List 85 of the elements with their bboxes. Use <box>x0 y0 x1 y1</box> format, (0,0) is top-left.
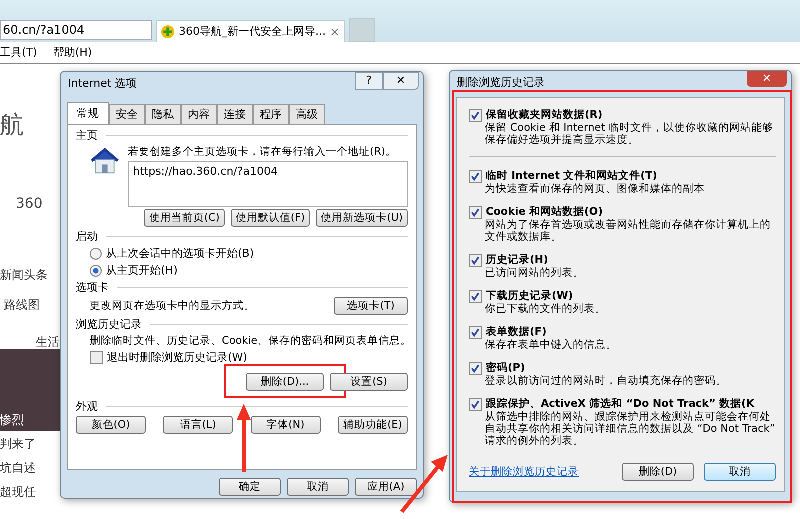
tab[interactable]: 内容 <box>181 104 217 124</box>
appearance-button[interactable]: 颜色(O) <box>76 416 146 434</box>
menu-item[interactable]: 工具(T) <box>0 45 38 60</box>
checkbox[interactable] <box>90 351 103 364</box>
option-description: 网站为了保存首选项或改善网站性能而存储在你计算机上的文件或数据库。 <box>484 219 772 243</box>
checkbox-label: 退出时删除浏览历史记录(W) <box>107 350 248 365</box>
checkbox[interactable] <box>469 108 482 122</box>
menu-item[interactable]: 帮助(H) <box>53 45 92 60</box>
close-button[interactable]: ✕ <box>383 72 419 90</box>
plus-logo-icon <box>161 24 175 38</box>
option-description: 已访问网站的列表。 <box>484 267 585 279</box>
checkbox[interactable] <box>469 254 482 266</box>
house-icon <box>90 147 120 175</box>
option-description: 登录以前访问过的网站时，自动填充保存的密码。 <box>484 375 728 387</box>
site-title: 航 <box>0 110 24 141</box>
tab-close-button[interactable]: × <box>330 24 340 38</box>
homepage-hint: 若要创建多个主页选项卡，请在每行输入一个地址(R)。 <box>128 145 398 159</box>
address-field[interactable]: 60.cn/?a1004 <box>0 20 152 40</box>
news-heading: 新闻头条 <box>0 267 48 284</box>
close-button[interactable]: ✕ <box>747 71 787 87</box>
checkbox[interactable] <box>469 326 482 338</box>
homepage-button[interactable]: 使用默认值(F) <box>230 209 310 227</box>
checkbox-label: 表单数据(F) <box>486 325 547 339</box>
photo-caption: 惨烈 <box>0 412 24 429</box>
section-heading: 主页 <box>76 128 98 143</box>
help-button[interactable]: ? <box>355 72 383 90</box>
section-heading: 外观 <box>76 399 98 414</box>
option-description: 保留 Cookie 和 Internet 临时文件，以使你收藏的网站能够保存偏好选项并提高显示速度。 <box>484 122 775 146</box>
radio-button[interactable] <box>90 264 102 276</box>
browser-tab[interactable]: 360导航_新一代安全上网导... × <box>156 20 346 42</box>
tabs-settings-button[interactable]: 选项卡(T) <box>334 297 408 315</box>
tab[interactable]: 常规 <box>67 102 109 124</box>
option-description: 你已下载的文件的列表。 <box>484 303 607 315</box>
section-heading: 浏览历史记录 <box>76 317 142 332</box>
checkbox[interactable] <box>469 170 482 182</box>
radio-button[interactable] <box>90 248 102 260</box>
section-text: 删除临时文件、历史记录、Cookie、保存的密码和网页表单信息。 <box>89 334 408 348</box>
history-button[interactable]: 设置(S) <box>330 373 408 391</box>
section-heading: 选项卡 <box>76 280 109 295</box>
news-link[interactable]: 判来了 <box>0 436 36 453</box>
option-description: 为快速查看而保存的网页、图像和媒体的副本 <box>484 183 706 195</box>
history-button[interactable]: 删除(D)... <box>246 373 324 391</box>
page-link[interactable]: 路线图 <box>4 297 40 314</box>
homepage-button[interactable]: 使用新选项卡(U) <box>316 209 408 227</box>
checkbox[interactable] <box>469 362 482 374</box>
appearance-button[interactable]: 辅助功能(E) <box>338 416 408 434</box>
dialog-button[interactable]: 删除(D) <box>622 463 694 481</box>
dialog-button[interactable]: 取消 <box>704 463 776 481</box>
checkbox-label: 保留收藏夹网站数据(R) <box>486 108 603 122</box>
tab[interactable]: 程序 <box>253 104 289 124</box>
tab[interactable]: 高级 <box>289 104 325 124</box>
tab[interactable]: 隐私 <box>145 104 181 124</box>
option-description: 保存在表单中键入的信息。 <box>484 339 618 351</box>
section-heading: 启动 <box>76 229 98 244</box>
checkbox-label: 跟踪保护、ActiveX 筛选和 “Do Not Track” 数据(K <box>486 397 754 411</box>
dialog-button[interactable]: 取消 <box>287 478 349 496</box>
checkbox-label: Cookie 和网站数据(O) <box>486 205 604 219</box>
radio-label: 从上次会话中的选项卡开始(B) <box>106 246 254 261</box>
window-title: 删除浏览历史记录 <box>457 74 546 90</box>
checkbox[interactable] <box>469 398 482 410</box>
homepage-field[interactable]: https://hao.360.cn/?a1004 <box>128 161 408 207</box>
section-text: 更改网页在选项卡中的显示方式。 <box>89 299 255 313</box>
appearance-button[interactable]: 语言(L) <box>163 416 234 434</box>
tab[interactable]: 连接 <box>217 104 253 124</box>
arrow <box>237 404 251 472</box>
checkbox-label: 下载历史记录(W) <box>486 289 574 303</box>
window-title: Internet 选项 <box>68 76 138 90</box>
radio-label: 从主页开始(H) <box>106 263 178 278</box>
tab-title: 360导航_新一代安全上网导... <box>179 24 326 39</box>
checkbox-label: 临时 Internet 文件和网站文件(T) <box>486 169 658 183</box>
option-description: 从筛选中排除的网站、跟踪保护用来检测站点可能会在何处自动共享你的相关访问详细信息的数据以及 “Do Not Track” 请求的例外的列表。 <box>484 411 776 447</box>
dialog-button[interactable]: 确定 <box>219 478 281 496</box>
dialog-button[interactable]: 应用(A) <box>355 478 417 496</box>
checkbox-label: 密码(P) <box>486 361 526 375</box>
search-logo-text: 360 <box>16 196 43 212</box>
checkbox-label: 历史记录(H) <box>486 253 548 267</box>
checkbox[interactable] <box>469 206 482 218</box>
homepage-button[interactable]: 使用当前页(C) <box>144 209 225 227</box>
news-link[interactable]: 超现任 <box>0 484 36 501</box>
appearance-button[interactable]: 字体(N) <box>250 416 321 434</box>
category-tab[interactable]: 生活 <box>36 334 60 351</box>
tab[interactable]: 安全 <box>109 104 145 124</box>
checkbox[interactable] <box>469 290 482 302</box>
help-link[interactable]: 关于删除浏览历史记录 <box>469 465 612 479</box>
news-link[interactable]: 坑自述 <box>0 460 36 477</box>
